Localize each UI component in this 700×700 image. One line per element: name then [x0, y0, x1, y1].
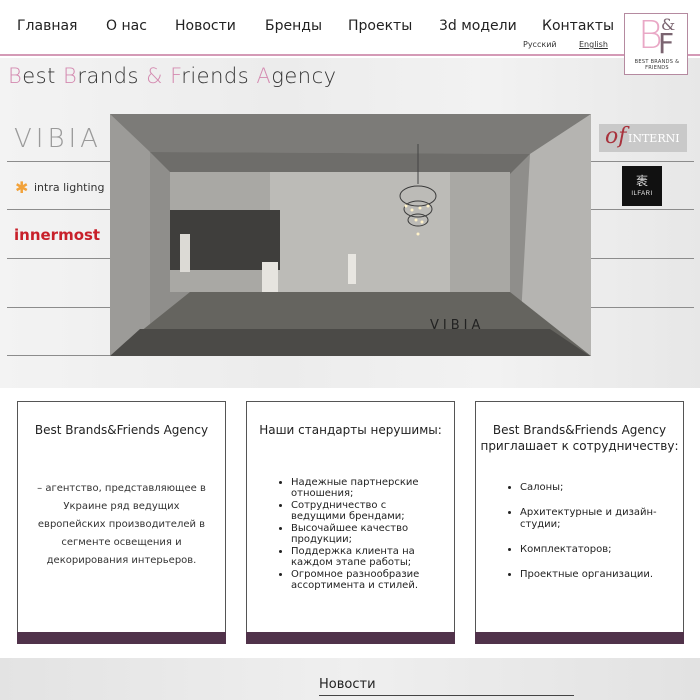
news-underline [319, 695, 574, 696]
news-heading[interactable]: Новости [319, 677, 376, 692]
title-text: rands [77, 64, 147, 88]
brand-logo-innermost[interactable]: innermost [14, 226, 100, 244]
brand-slot[interactable] [591, 211, 694, 259]
language-russian[interactable]: Русский [523, 40, 557, 49]
site-logo[interactable]: B & F BEST BRANDS & FRIENDS [624, 13, 688, 75]
logo-caption: BEST BRANDS & FRIENDS [634, 59, 680, 71]
nav-item-about[interactable]: О нас [106, 18, 147, 34]
card-accent-bar [17, 632, 226, 644]
interni-text: INTERNI [628, 132, 680, 145]
brand-logo-ilfari[interactable]: 袠 ILFARI [622, 166, 662, 206]
list-item: Надежные партнерские отношения; [291, 477, 441, 499]
info-card-standards: Наши стандарты нерушимы: Надежные партне… [246, 401, 455, 644]
list-item: Огромное разнообразие ассортимента и сти… [291, 569, 441, 591]
brand-logo-intra-lighting[interactable]: intra lighting [34, 181, 105, 194]
card-text: – агентство, представляющее в Украине ря… [37, 483, 206, 566]
logo-monogram: B & F [625, 14, 689, 62]
card-accent-bar [246, 632, 455, 644]
star-icon: ✱ [15, 180, 29, 197]
list-item: Архитектурные и дизайн-студии; [520, 507, 680, 531]
title-cap: & [146, 64, 163, 88]
brand-slot[interactable] [591, 260, 694, 308]
brand-slot[interactable] [7, 308, 110, 356]
title-cap: F [170, 64, 182, 88]
site-title: Best Brands & Friends Agency [8, 64, 337, 88]
list-item: Сотрудничество с ведущими брендами; [291, 500, 441, 522]
title-text: riends [181, 64, 257, 88]
title-cap: A [256, 64, 272, 88]
hero-brand-label: VIBIA [430, 318, 485, 333]
info-card-about: Best Brands&Friends Agency – агентство, … [17, 401, 226, 644]
top-navigation: Главная О нас Новости Бренды Проекты 3d … [0, 0, 700, 56]
nav-item-3d-models[interactable]: 3d модели [439, 18, 517, 34]
title-cap: B [63, 64, 78, 88]
brand-slot[interactable] [7, 260, 110, 308]
card-accent-bar [475, 632, 684, 644]
nav-item-contacts[interactable]: Контакты [542, 18, 614, 34]
logo-letter-f: F [658, 27, 675, 60]
title-cap: B [8, 64, 23, 88]
language-english[interactable]: English [579, 40, 608, 49]
nav-item-home[interactable]: Главная [17, 18, 77, 34]
title-text: est [22, 64, 64, 88]
hero-interior-illustration [110, 114, 591, 356]
nav-item-news[interactable]: Новости [175, 18, 236, 34]
card-title: Наши стандарты нерушимы: [259, 423, 442, 437]
card-title: Best Brands&Friends Agency приглашает к … [480, 423, 679, 453]
card-title: Best Brands&Friends Agency [34, 423, 209, 437]
list-item: Высочайшее качество продукции; [291, 523, 441, 545]
interni-mark: of [605, 124, 627, 149]
ilfari-text: ILFARI [631, 191, 653, 197]
brand-logo-interni[interactable]: of INTERNI [599, 124, 687, 152]
list-item: Проектные организации. [520, 569, 680, 581]
info-card-cooperation: Best Brands&Friends Agency приглашает к … [475, 401, 684, 644]
nav-item-projects[interactable]: Проекты [348, 18, 412, 34]
nav-item-brands[interactable]: Бренды [265, 18, 322, 34]
list-item: Поддержка клиента на каждом этапе работы… [291, 546, 441, 568]
cooperation-list: Салоны; Архитектурные и дизайн-студии; К… [520, 482, 680, 594]
list-item: Комплектаторов; [520, 544, 680, 556]
brand-logo-vibia[interactable]: VIBIA [14, 124, 102, 154]
list-item: Салоны; [520, 482, 680, 494]
standards-list: Надежные партнерские отношения; Сотрудни… [291, 477, 441, 592]
ilfari-mark: 袠 [635, 174, 648, 188]
title-text: gency [271, 64, 337, 88]
hero-image: VIBIA [110, 114, 591, 356]
